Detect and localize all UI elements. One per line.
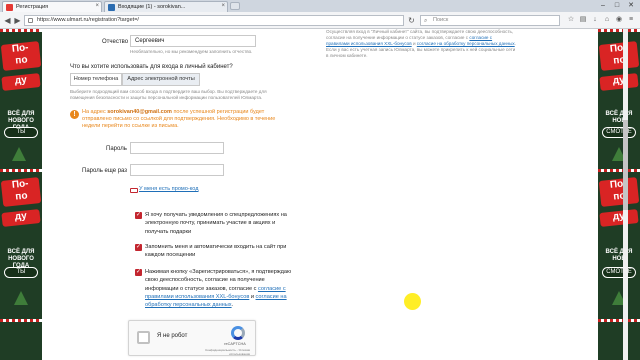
extension-icon[interactable]: ◉ (614, 15, 624, 25)
address-bar[interactable]: https://www.ulmart.ru/registration?targe… (24, 15, 404, 26)
consent-text: Нажимая кнопку «Зарегистрироваться», я п… (145, 268, 295, 309)
login-info-note: Осуществляя вход в "Личный кабинет" сайт… (326, 29, 516, 59)
password-label: Пароль (106, 146, 127, 152)
patronymic-input[interactable]: Сергеевич (130, 35, 256, 47)
banner-headline-line: ду (14, 210, 28, 223)
new-tab-button[interactable] (230, 2, 240, 10)
login-question: Что вы хотите использовать для входа в л… (70, 64, 233, 70)
banner-pill: СМОТРЕ (602, 127, 636, 138)
tree-icon (12, 147, 26, 161)
banner-headline-line: по (14, 190, 29, 203)
remember-me-checkbox[interactable]: ✓ (135, 244, 142, 251)
consent-checkbox[interactable]: ✓ (135, 269, 142, 276)
login-option-phone[interactable]: Номер телефона (70, 73, 122, 86)
tab-title: Регистрация (16, 4, 49, 10)
banner-headline: По- по (598, 41, 640, 71)
remember-me-text: Запомнить меня и автоматически входить н… (145, 244, 287, 259)
maximize-icon[interactable]: □ (610, 0, 624, 12)
banner-pill: СМОТРЕ (602, 267, 636, 278)
banner-headline: По- по (0, 41, 42, 71)
banner-headline-2: ду (1, 73, 41, 91)
patronymic-hint: Необязательно, но мы рекомендуем заполни… (130, 49, 253, 54)
recaptcha-widget: Я не робот reCAPTCHA Конфиденциальность … (128, 320, 256, 356)
banner-stripe (598, 319, 640, 322)
promo-code-link[interactable]: У меня есть промо-код (139, 186, 199, 192)
email-confirmation-notice: На адрес sorokivan40@gmail.com после усп… (82, 109, 287, 130)
banner-stripe (0, 29, 42, 32)
nav-bar: ◀ ▶ https://www.ulmart.ru/registration?t… (0, 12, 640, 29)
notice-text: На адрес (82, 109, 106, 115)
clipboard-icon[interactable]: ▤ (578, 15, 588, 25)
minimize-icon[interactable]: – (596, 0, 610, 12)
search-icon: ⌕ (424, 18, 428, 24)
notice-email: sorokivan40@gmail.com (107, 109, 172, 115)
banner-headline: По- по (598, 177, 640, 207)
banner-headline-line: по (612, 54, 627, 67)
banner-pill: ТЫ (4, 127, 38, 138)
cursor-highlight (404, 293, 421, 310)
note-text: и (411, 41, 416, 46)
recaptcha-brand: reCAPTCHA (224, 342, 246, 346)
ulmart-favicon-icon (6, 4, 13, 11)
password-input[interactable] (130, 142, 224, 154)
scrollbar-thumb[interactable] (623, 120, 628, 210)
url-text: https://www.ulmart.ru/registration?targe… (37, 17, 139, 23)
home-icon[interactable]: ⌂ (602, 15, 612, 25)
tab-bar: Регистрация × Входящие (1) - sorokivan..… (0, 0, 640, 12)
download-icon[interactable]: ↓ (590, 15, 600, 25)
newsletter-text: Я хочу получать уведомления о спецпредло… (145, 212, 287, 235)
promo-banner-right[interactable]: По- по ду ВСЁ ДЛЯ НОВ СМОТРЕ По- по ду В… (598, 29, 640, 360)
recaptcha-checkbox[interactable] (137, 331, 150, 344)
banner-pill: ТЫ (4, 267, 38, 278)
close-window-icon[interactable]: ✕ (624, 0, 638, 12)
password-repeat-input[interactable] (130, 164, 224, 176)
banner-headline-2: ду (599, 73, 639, 91)
banner-headline-line: ду (612, 210, 626, 223)
tab-title: Входящие (1) - sorokivan... (118, 4, 186, 10)
lock-icon (28, 18, 33, 23)
recaptcha-logo-icon (231, 326, 245, 340)
banner-headline-line: ду (14, 74, 28, 87)
banner-headline-line: ду (612, 74, 626, 87)
search-input[interactable]: ⌕ Поиск (420, 15, 560, 26)
promo-icon (130, 188, 138, 193)
tab-registration[interactable]: Регистрация × (2, 1, 102, 12)
banner-subtitle: ВСЁ ДЛЯ НОВ (605, 249, 633, 262)
forward-icon[interactable]: ▶ (12, 15, 23, 26)
tree-icon (14, 291, 28, 305)
promo-banner-left[interactable]: По- по ду ВСЁ ДЛЯ НОВОГО ГОДА ТЫ По- по … (0, 29, 42, 360)
banner-stripe (598, 29, 640, 32)
login-hint: Выберите подходящий вам способ входа в п… (70, 89, 267, 100)
menu-icon[interactable]: ≡ (626, 15, 636, 25)
close-tab-icon[interactable]: × (221, 2, 225, 11)
banner-stripe (0, 169, 42, 172)
patronymic-label: Отчество (102, 39, 129, 45)
personal-data-link[interactable]: согласие на обработку персональных данны… (417, 41, 515, 46)
banner-subtitle: ВСЁ ДЛЯ НОВ (605, 111, 633, 124)
mail-favicon-icon (108, 4, 115, 11)
banner-stripe (598, 169, 640, 172)
login-option-email[interactable]: Адрес электронной почты (122, 73, 200, 86)
banner-headline-2: ду (599, 209, 639, 227)
warning-icon: ! (70, 110, 79, 119)
recaptcha-terms[interactable]: Конфиденциальность - Условия использован… (190, 348, 250, 356)
banner-stripe (0, 319, 42, 322)
registration-page: Осуществляя вход в "Личный кабинет" сайт… (42, 29, 598, 360)
reload-icon[interactable]: ↻ (406, 15, 417, 26)
password-repeat-label: Пароль еще раз (82, 168, 128, 174)
banner-headline-line: по (612, 190, 627, 203)
star-icon[interactable]: ☆ (566, 15, 576, 25)
recaptcha-label: Я не робот (157, 333, 188, 339)
banner-headline: По- по (0, 177, 42, 207)
banner-headline-line: по (14, 54, 29, 67)
tab-inbox[interactable]: Входящие (1) - sorokivan... × (104, 1, 228, 12)
consent-text-end: . (231, 302, 234, 309)
close-tab-icon[interactable]: × (95, 2, 99, 11)
search-placeholder: Поиск (433, 17, 449, 23)
newsletter-checkbox[interactable]: ✓ (135, 212, 142, 219)
banner-headline-2: ду (1, 209, 41, 227)
